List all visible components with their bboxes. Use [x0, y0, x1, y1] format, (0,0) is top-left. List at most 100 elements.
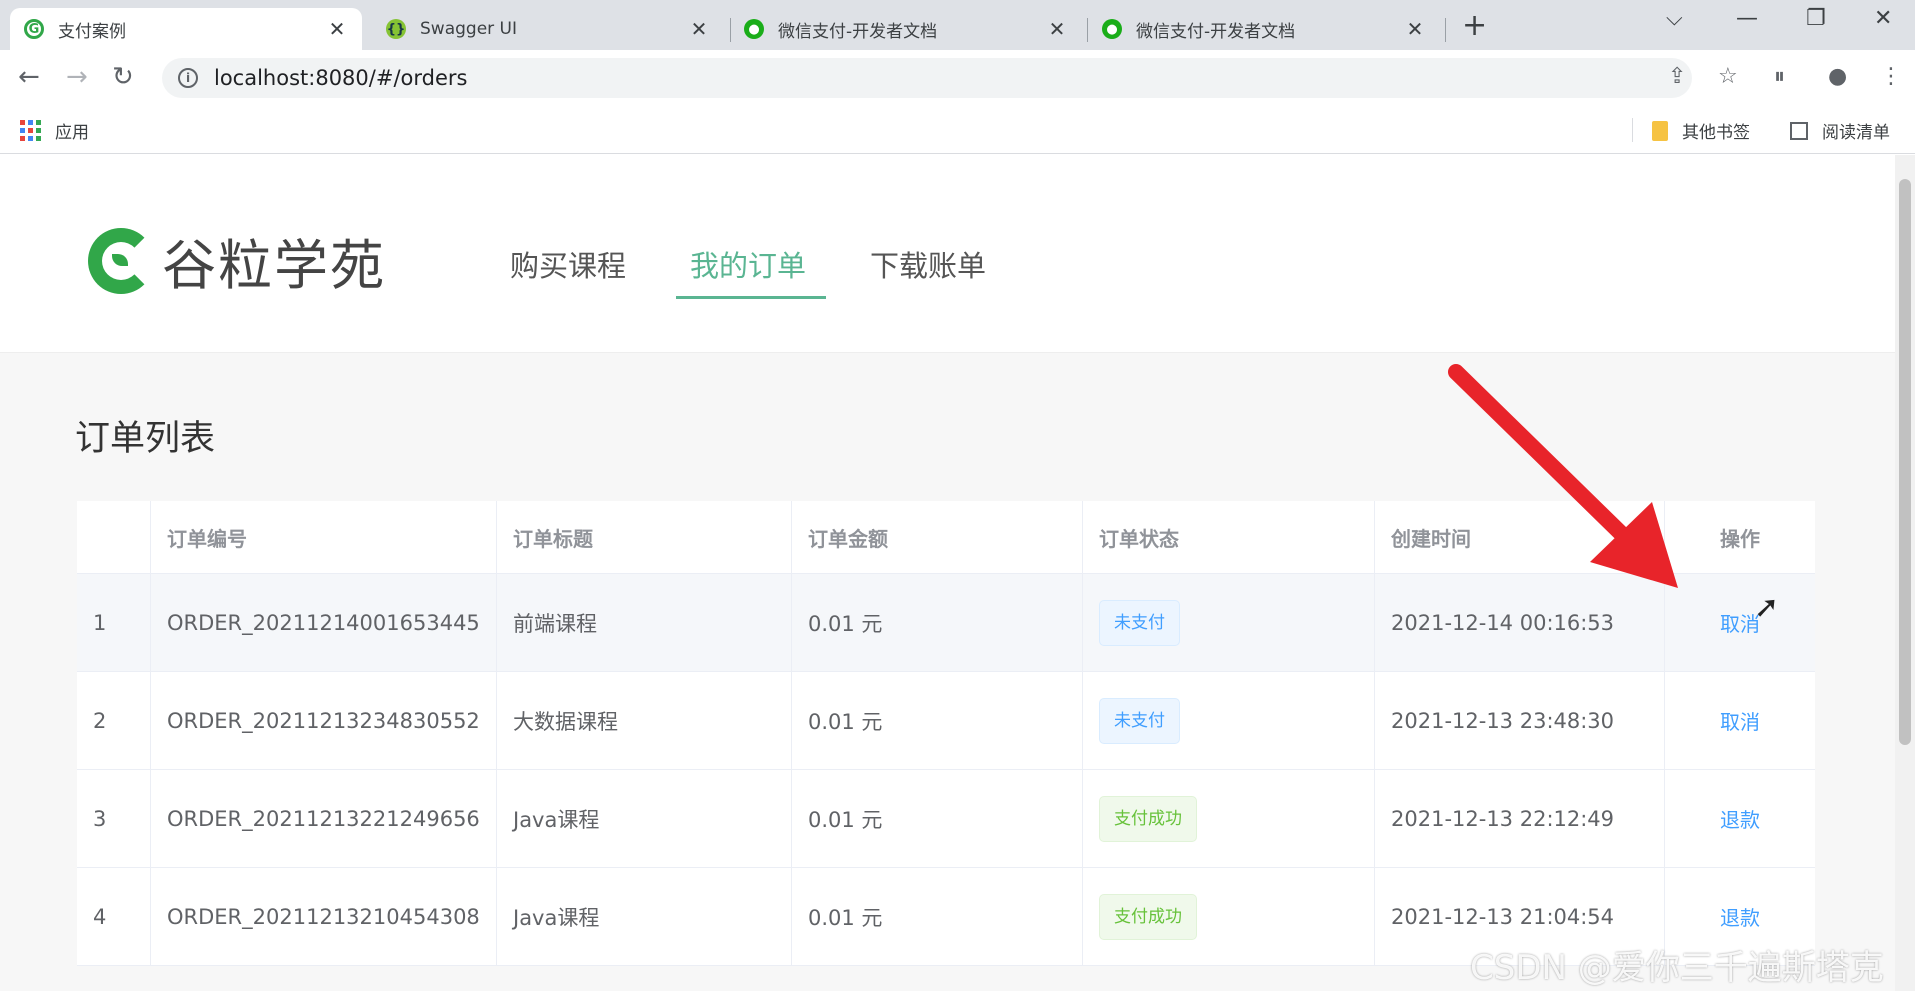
browser-tabstrip: G 支付案例 ✕ {} Swagger UI ✕ ● 微信支付-开发者文档 ✕ …	[0, 0, 1915, 50]
row-index: 1	[77, 574, 151, 671]
tab-title: 微信支付-开发者文档	[778, 21, 938, 42]
row-index: 3	[77, 770, 151, 867]
order-created-time: 2021-12-13 22:12:49	[1375, 770, 1665, 867]
status-badge: 支付成功	[1099, 893, 1197, 940]
scrollbar-thumb[interactable]	[1899, 179, 1911, 745]
profile-icon[interactable]: ●	[1828, 64, 1847, 89]
order-status-cell: 未支付	[1083, 672, 1375, 769]
reading-list-icon	[1790, 121, 1808, 140]
column-header-amount: 订单金额	[792, 501, 1083, 573]
new-tab-icon[interactable]: +	[1462, 10, 1487, 42]
order-status-cell: 支付成功	[1083, 868, 1375, 965]
order-number: ORDER_20211213234830552	[151, 672, 497, 769]
forward-arrow-icon[interactable]: →	[66, 62, 88, 92]
tab-payment-demo[interactable]: G 支付案例 ✕	[10, 8, 362, 50]
close-icon[interactable]: ✕	[1046, 17, 1068, 41]
status-badge: 支付成功	[1099, 795, 1197, 842]
guli-logo-icon	[88, 227, 154, 294]
row-index: 4	[77, 868, 151, 965]
bookmarks-bar: 应用 其他书签 阅读清单	[0, 106, 1915, 154]
order-action-cell: 退款	[1665, 770, 1815, 867]
apps-grid-icon	[20, 120, 41, 141]
page-title: 订单列表	[75, 419, 216, 459]
order-title: 大数据课程	[497, 672, 792, 769]
bookmark-other[interactable]: 其他书签	[1652, 118, 1750, 143]
order-amount: 0.01 元	[792, 868, 1083, 965]
share-icon[interactable]: ⇪	[1668, 64, 1686, 89]
status-badge: 未支付	[1099, 697, 1180, 744]
watermark-text: CSDN @爱你三千遍斯塔克	[1470, 948, 1884, 988]
minimize-icon[interactable]: —	[1736, 6, 1758, 31]
order-status-cell: 未支付	[1083, 574, 1375, 671]
tab-title: 微信支付-开发者文档	[1136, 21, 1296, 42]
column-header-status: 订单状态	[1083, 501, 1375, 573]
page-content: 谷粒学苑 购买课程 我的订单 下载账单 订单列表 订单编号 订单标题 订单金额 …	[0, 155, 1895, 991]
order-amount: 0.01 元	[792, 770, 1083, 867]
site-info-icon[interactable]: i	[178, 68, 198, 88]
column-header-action: 操作	[1720, 526, 1760, 551]
close-icon[interactable]: ✕	[326, 17, 348, 41]
order-number: ORDER_20211213210454308	[151, 868, 497, 965]
nav-active-underline	[676, 296, 826, 299]
order-number: ORDER_20211214001653445	[151, 574, 497, 671]
menu-kebab-icon[interactable]: ⋮	[1880, 64, 1902, 89]
order-action-cell: 取消	[1665, 672, 1815, 769]
order-amount: 0.01 元	[792, 574, 1083, 671]
order-number: ORDER_20211213221249656	[151, 770, 497, 867]
order-created-time: 2021-12-13 23:48:30	[1375, 672, 1665, 769]
url-text: localhost:8080/#/orders	[214, 66, 468, 90]
order-status-cell: 支付成功	[1083, 770, 1375, 867]
star-icon[interactable]: ☆	[1718, 64, 1738, 89]
wechat-favicon-icon: ●	[744, 19, 764, 39]
window-close-icon[interactable]: ✕	[1874, 6, 1892, 31]
browser-toolbar: ← → ↻ i localhost:8080/#/orders ⇪ ☆ ⏸ ● …	[0, 50, 1915, 106]
wechat-favicon-icon: ●	[1102, 19, 1122, 39]
extension-icon[interactable]: ⏸	[1774, 64, 1785, 89]
tab-wechat-docs-2[interactable]: ● 微信支付-开发者文档 ✕	[1088, 8, 1440, 50]
site-logo[interactable]: 谷粒学苑	[88, 221, 386, 300]
tab-wechat-docs-1[interactable]: ● 微信支付-开发者文档 ✕	[730, 8, 1082, 50]
logo-text: 谷粒学苑	[162, 234, 386, 297]
nav-download-bill[interactable]: 下载账单	[870, 243, 986, 285]
table-row: 2 ORDER_20211213234830552 大数据课程 0.01 元 未…	[77, 672, 1815, 770]
column-header-order-no: 订单编号	[151, 501, 497, 573]
order-amount: 0.01 元	[792, 672, 1083, 769]
address-bar[interactable]: i localhost:8080/#/orders	[162, 58, 1692, 98]
bookmark-divider	[1632, 118, 1633, 142]
cancel-order-link[interactable]: 取消	[1720, 706, 1760, 735]
nav-my-orders[interactable]: 我的订单	[690, 243, 806, 285]
order-title: Java课程	[497, 770, 792, 867]
bookmark-label: 应用	[55, 123, 89, 143]
tab-separator	[1445, 18, 1446, 42]
table-row: 1 ORDER_20211214001653445 前端课程 0.01 元 未支…	[77, 574, 1815, 672]
tab-swagger-ui[interactable]: {} Swagger UI ✕	[372, 8, 724, 50]
refund-order-link[interactable]: 退款	[1720, 902, 1760, 931]
order-action-cell: 取消	[1665, 574, 1815, 671]
close-icon[interactable]: ✕	[688, 17, 710, 41]
table-row: 3 ORDER_20211213221249656 Java课程 0.01 元 …	[77, 770, 1815, 868]
bookmark-label: 阅读清单	[1822, 123, 1890, 143]
table-header-row: 订单编号 订单标题 订单金额 订单状态 创建时间 操作	[77, 501, 1815, 574]
tab-title: 支付案例	[58, 21, 126, 42]
close-icon[interactable]: ✕	[1404, 17, 1426, 41]
reload-icon[interactable]: ↻	[112, 62, 134, 92]
restore-icon[interactable]: ❐	[1806, 6, 1826, 31]
nav-buy-courses[interactable]: 购买课程	[510, 243, 626, 285]
refund-order-link[interactable]: 退款	[1720, 804, 1760, 833]
page-scrollbar[interactable]	[1895, 155, 1915, 991]
order-created-time: 2021-12-14 00:16:53	[1375, 574, 1665, 671]
guli-favicon-icon: G	[24, 19, 44, 39]
site-header: 谷粒学苑 购买课程 我的订单 下载账单	[0, 155, 1895, 353]
bookmark-apps[interactable]: 应用	[20, 118, 89, 143]
tab-title: Swagger UI	[420, 19, 518, 39]
column-header-created: 创建时间	[1375, 501, 1665, 573]
bookmark-reading-list[interactable]: 阅读清单	[1790, 118, 1890, 143]
mouse-cursor-icon: ➚	[1754, 590, 1780, 625]
column-header-index	[77, 501, 151, 573]
bookmark-label: 其他书签	[1682, 123, 1750, 143]
back-arrow-icon[interactable]: ←	[18, 62, 40, 92]
tab-search-chevron-icon[interactable]: ⌵	[1666, 6, 1683, 31]
order-title: 前端课程	[497, 574, 792, 671]
status-badge: 未支付	[1099, 599, 1180, 646]
row-index: 2	[77, 672, 151, 769]
